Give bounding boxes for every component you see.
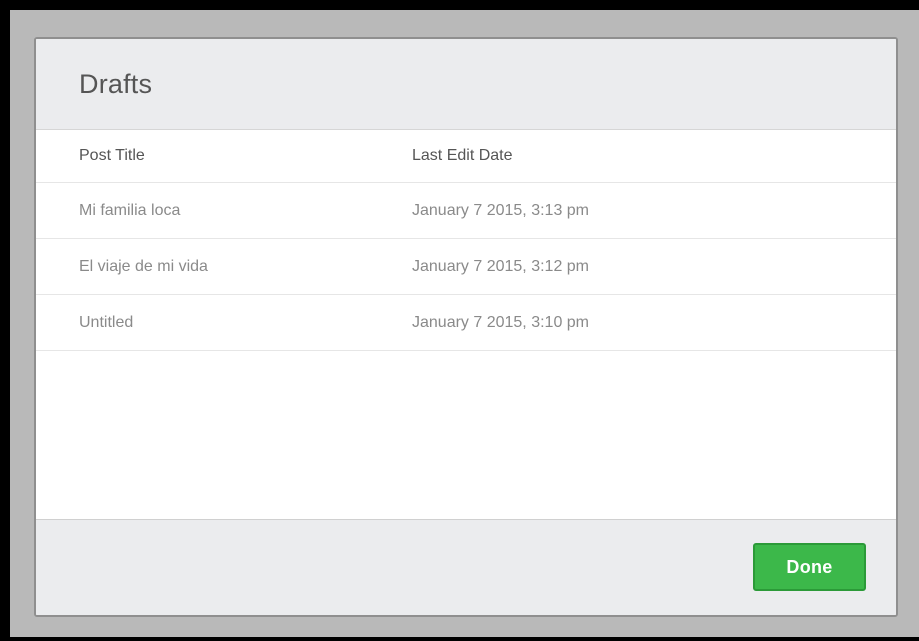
column-header-last-edit-date: Last Edit Date [412,147,513,164]
table-row[interactable]: Untitled January 7 2015, 3:10 pm [36,295,896,351]
drafts-table: Post Title Last Edit Date Mi familia loc… [36,130,896,351]
draft-title[interactable]: Mi familia loca [79,183,180,238]
draft-date: January 7 2015, 3:13 pm [412,201,590,219]
window-backdrop: Drafts Post Title Last Edit Date Mi fami… [10,10,919,637]
table-header-row: Post Title Last Edit Date [36,130,896,183]
dialog-title: Drafts [79,69,153,99]
draft-date: January 7 2015, 3:10 pm [412,313,590,331]
dialog-header: Drafts [36,39,896,130]
draft-title[interactable]: El viaje de mi vida [79,239,208,294]
draft-title[interactable]: Untitled [79,295,133,350]
table-row[interactable]: El viaje de mi vida January 7 2015, 3:12… [36,239,896,295]
draft-date: January 7 2015, 3:12 pm [412,257,590,275]
done-button[interactable]: Done [753,543,866,591]
table-row[interactable]: Mi familia loca January 7 2015, 3:13 pm [36,183,896,239]
dialog-footer: Done [36,519,896,615]
column-header-post-title: Post Title [79,147,145,164]
drafts-dialog: Drafts Post Title Last Edit Date Mi fami… [34,37,898,617]
